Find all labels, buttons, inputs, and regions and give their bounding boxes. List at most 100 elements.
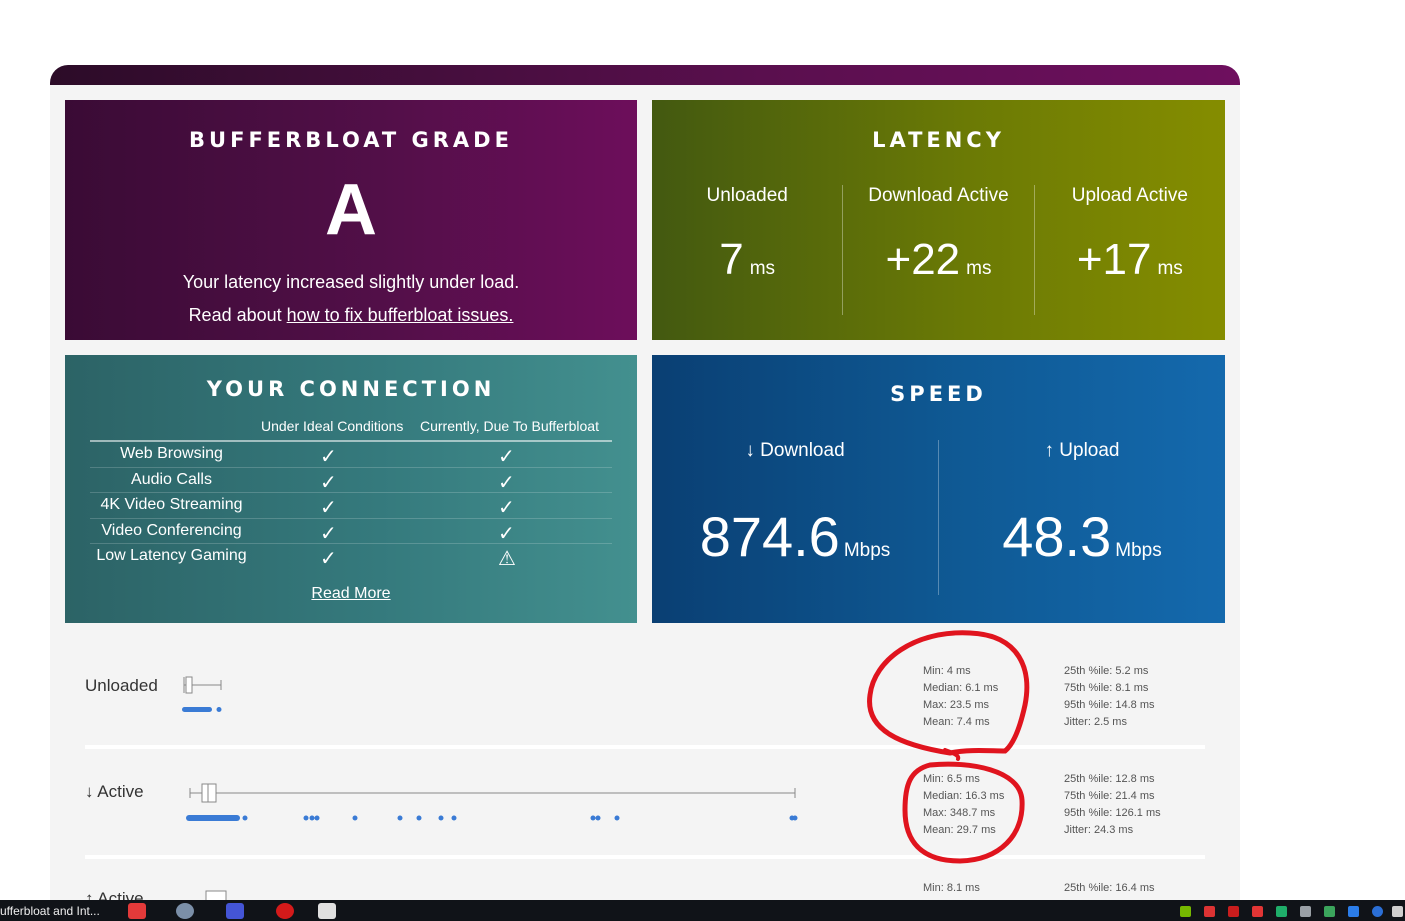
annotation-circle-unloaded — [867, 630, 1030, 756]
connection-table: Web Browsing ✓ ✓ Audio Calls ✓ ✓ 4K Vide… — [90, 440, 612, 570]
use-case-name: Low Latency Gaming — [96, 547, 247, 564]
speed-title: SPEED — [890, 382, 987, 406]
sample-point — [595, 815, 601, 821]
box — [185, 676, 193, 694]
stat-p25: 25th %ile: 5.2 ms — [1064, 665, 1149, 677]
volume-icon[interactable] — [1392, 906, 1403, 917]
speed-card: SPEED ↓ Download 874.6 Mbps ↑ Upload 48.3… — [652, 355, 1225, 623]
results-panel: BUFFERBLOAT GRADE A Your latency increas… — [50, 65, 1240, 900]
grade-letter: A — [325, 170, 377, 250]
latency-columns: Unloaded 7 ms Download Active +22 ms Uploa… — [652, 185, 1225, 315]
tray-icon[interactable] — [1276, 906, 1287, 917]
shield-icon[interactable] — [1348, 906, 1359, 917]
check-icon: ✓ — [320, 548, 337, 570]
app-icon[interactable] — [128, 903, 146, 919]
sample-point — [352, 815, 358, 821]
use-case-name: Web Browsing — [120, 445, 223, 462]
speed-upload: ↑ Upload 48.3 Mbps — [938, 440, 1225, 595]
connection-title: YOUR CONNECTION — [206, 377, 496, 401]
check-icon: ✓ — [320, 446, 337, 468]
page: BUFFERBLOAT GRADE A Your latency increas… — [0, 0, 1405, 921]
stat-p95: 95th %ile: 14.8 ms — [1064, 699, 1155, 711]
connection-row: Low Latency Gaming ✓ ⚠ — [90, 544, 612, 570]
app-icon[interactable] — [226, 903, 244, 919]
stat-p25: 25th %ile: 12.8 ms — [1064, 773, 1155, 785]
connection-row: Web Browsing ✓ ✓ — [90, 442, 612, 468]
sample-point — [314, 815, 320, 821]
check-icon: ✓ — [320, 497, 337, 519]
upload-active-stats-left: Min: 8.1 ms — [923, 880, 980, 897]
latency-upload-active-value: +17 ms — [1035, 235, 1225, 285]
tray-icon[interactable] — [1252, 906, 1263, 917]
stat-p75: 75th %ile: 21.4 ms — [1064, 790, 1155, 802]
unloaded-latency-plot — [182, 676, 222, 712]
read-more-link[interactable]: Read More — [311, 585, 390, 602]
col-current-header: Currently, Due To Bufferbloat — [420, 418, 599, 434]
tray-icon[interactable] — [1324, 906, 1335, 917]
grade-line-2-prefix: Read about — [188, 305, 287, 325]
app-icon[interactable] — [318, 903, 336, 919]
use-case-name: 4K Video Streaming — [100, 496, 243, 513]
upload-unit: Mbps — [1115, 540, 1162, 561]
sample-point — [303, 815, 309, 821]
sample-point — [242, 815, 248, 821]
latency-unloaded: Unloaded 7 ms — [652, 185, 842, 315]
unloaded-stats-right: 25th %ile: 5.2 ms 75th %ile: 8.1 ms 95th… — [1064, 663, 1155, 731]
tray-icon[interactable] — [1204, 906, 1215, 917]
upload-active-row-label: ↑ Active — [85, 889, 144, 900]
sample-point — [397, 815, 403, 821]
check-icon: ✓ — [498, 446, 515, 468]
grade-title: BUFFERBLOAT GRADE — [189, 128, 513, 152]
connection-row: Audio Calls ✓ ✓ — [90, 468, 612, 494]
sample-point — [614, 815, 620, 821]
tray-icon[interactable] — [1180, 906, 1191, 917]
download-value: 874.6 Mbps — [652, 504, 938, 569]
tray-icon[interactable] — [1300, 906, 1311, 917]
upload-label: ↑ Upload — [1044, 440, 1120, 461]
opera-icon[interactable] — [276, 903, 294, 919]
fix-bufferbloat-link[interactable]: how to fix bufferbloat issues. — [287, 305, 514, 325]
sample-point — [438, 815, 444, 821]
red-annotation-circles — [867, 630, 1030, 864]
active-window-title[interactable]: ufferbloat and Int... — [0, 904, 100, 918]
download-active-latency-plot — [186, 783, 798, 821]
sample-cluster — [186, 815, 240, 821]
tray-icon[interactable] — [1228, 906, 1239, 917]
upload-value: 48.3 Mbps — [939, 504, 1225, 569]
latency-unloaded-unit: ms — [749, 258, 776, 279]
stat-min: Min: 8.1 ms — [923, 882, 980, 894]
app-icon[interactable] — [176, 903, 194, 919]
sample-point — [590, 815, 596, 821]
stat-p25: 25th %ile: 16.4 ms — [1064, 882, 1155, 894]
latency-upload-active-number: +17 — [1076, 235, 1152, 284]
col-ideal-header: Under Ideal Conditions — [261, 418, 404, 434]
latency-download-active-value: +22 ms — [843, 235, 1033, 285]
latency-card: LATENCY Unloaded 7 ms Download Active +22… — [652, 100, 1225, 340]
latency-unloaded-number: 7 — [719, 235, 744, 284]
upload-number: 48.3 — [1002, 505, 1112, 568]
latency-title: LATENCY — [872, 128, 1005, 152]
grade-line-2: Read about how to fix bufferbloat issues… — [65, 299, 637, 332]
latency-upload-active-unit: ms — [1157, 258, 1183, 279]
latency-upload-active-label: Upload Active — [1071, 185, 1188, 206]
connection-row: Video Conferencing ✓ ✓ — [90, 519, 612, 545]
stat-p75: 75th %ile: 8.1 ms — [1064, 682, 1149, 694]
bufferbloat-grade-card: BUFFERBLOAT GRADE A Your latency increas… — [65, 100, 637, 340]
latency-unloaded-value: 7 ms — [652, 235, 842, 285]
use-case-name: Video Conferencing — [101, 521, 242, 539]
box — [201, 783, 217, 803]
latency-download-active: Download Active +22 ms — [842, 185, 1033, 315]
bluetooth-icon[interactable] — [1372, 906, 1383, 917]
download-active-row-label: ↓ Active — [85, 782, 144, 801]
sample-point — [451, 815, 457, 821]
sample-point — [216, 707, 222, 712]
download-number: 874.6 — [699, 505, 840, 568]
check-icon: ✓ — [498, 471, 515, 494]
annotation-circle-download-active — [902, 761, 1025, 864]
latency-download-active-label: Download Active — [868, 185, 1009, 206]
grade-line-1: Your latency increased slightly under lo… — [182, 272, 520, 292]
use-case-name: Audio Calls — [131, 470, 212, 488]
sample-point — [792, 815, 798, 821]
box — [205, 890, 227, 900]
warning-icon: ⚠ — [498, 548, 516, 570]
